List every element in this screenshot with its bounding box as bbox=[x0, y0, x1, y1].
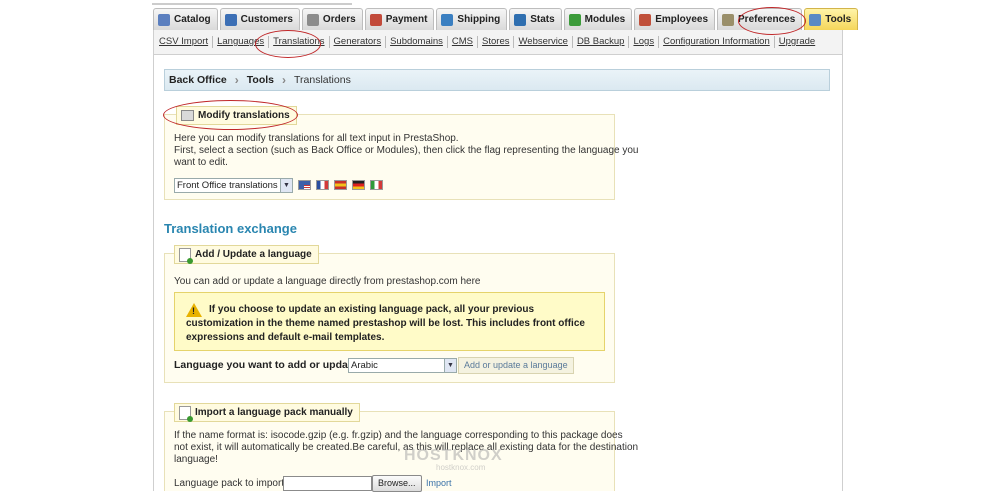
modify-intro-line2: First, select a section (such as Back Of… bbox=[174, 145, 639, 156]
modify-intro-line1: Here you can modify translations for all… bbox=[174, 133, 459, 144]
top-user-bar bbox=[152, 0, 472, 6]
catalog-icon bbox=[158, 13, 170, 26]
chevron-down-icon: ▼ bbox=[444, 359, 456, 372]
subnav-db-backup[interactable]: DB Backup bbox=[573, 36, 630, 48]
tab-label: Orders bbox=[322, 14, 356, 25]
language-pack-file-input[interactable] bbox=[283, 476, 372, 491]
flag-it-icon[interactable] bbox=[370, 180, 383, 190]
tools-subnav: CSV Import Languages Translations Generator… bbox=[153, 30, 843, 55]
subnav-webservice[interactable]: Webservice bbox=[514, 36, 573, 48]
import-intro-line1: If the name format is: isocode.gzip (e.g… bbox=[174, 430, 623, 441]
tab-label: Preferences bbox=[738, 14, 796, 25]
subnav-subdomains[interactable]: Subdomains bbox=[386, 36, 448, 48]
import-intro-line3: language! bbox=[174, 454, 218, 465]
add-document-icon bbox=[179, 405, 193, 422]
flag-en-icon[interactable] bbox=[298, 180, 311, 190]
modify-intro-line3: want to edit. bbox=[174, 157, 228, 168]
language-select-value: Arabic bbox=[351, 360, 378, 371]
preferences-icon bbox=[722, 13, 735, 26]
stats-icon bbox=[514, 13, 527, 26]
tab-label: Catalog bbox=[174, 14, 211, 25]
flag-de-icon[interactable] bbox=[352, 180, 365, 190]
subnav-generators[interactable]: Generators bbox=[330, 36, 387, 48]
browse-button[interactable]: Browse... bbox=[372, 475, 422, 492]
flag-es-icon[interactable] bbox=[334, 180, 347, 190]
language-select[interactable]: Arabic ▼ bbox=[348, 358, 457, 373]
chevron-down-icon: ▼ bbox=[280, 179, 292, 192]
subnav-upgrade[interactable]: Upgrade bbox=[775, 36, 819, 48]
translate-icon bbox=[181, 110, 194, 121]
breadcrumb-separator-icon: › bbox=[282, 73, 287, 87]
tab-tools[interactable]: Tools bbox=[804, 8, 859, 30]
breadcrumb-current: Translations bbox=[294, 74, 351, 86]
import-legend: Import a language pack manually bbox=[174, 403, 360, 422]
main-tabs: Catalog Customers Orders Payment Shipping Sta… bbox=[153, 8, 859, 30]
translation-type-select[interactable]: Front Office translations ▼ bbox=[174, 178, 293, 193]
payment-icon bbox=[369, 13, 382, 26]
tab-payment[interactable]: Payment bbox=[364, 8, 435, 30]
tab-label: Modules bbox=[584, 14, 626, 25]
add-update-legend: Add / Update a language bbox=[174, 245, 319, 264]
tab-label: Tools bbox=[825, 14, 852, 25]
breadcrumb-separator-icon: › bbox=[234, 73, 239, 87]
shipping-icon bbox=[441, 13, 454, 26]
import-title: Import a language pack manually bbox=[195, 407, 353, 418]
breadcrumb-tools[interactable]: Tools bbox=[247, 74, 274, 86]
modules-icon bbox=[568, 13, 581, 26]
tab-label: Shipping bbox=[457, 14, 501, 25]
translation-exchange-heading: Translation exchange bbox=[164, 221, 297, 236]
tab-employees[interactable]: Employees bbox=[634, 8, 716, 30]
tab-catalog[interactable]: Catalog bbox=[153, 8, 218, 30]
subnav-translations[interactable]: Translations bbox=[269, 36, 330, 48]
add-update-intro: You can add or update a language directl… bbox=[174, 276, 481, 287]
language-pack-label: Language pack to import: bbox=[174, 478, 287, 489]
modify-translations-title: Modify translations bbox=[198, 110, 290, 121]
tab-label: Customers bbox=[240, 14, 293, 25]
translation-type-value: Front Office translations bbox=[177, 180, 278, 191]
update-warning-text: If you choose to update an existing lang… bbox=[186, 304, 585, 343]
update-warning-box: If you choose to update an existing lang… bbox=[174, 292, 605, 351]
tab-shipping[interactable]: Shipping bbox=[436, 8, 508, 30]
subnav-configuration-information[interactable]: Configuration Information bbox=[659, 36, 775, 48]
subnav-csv-import[interactable]: CSV Import bbox=[154, 36, 214, 48]
tab-modules[interactable]: Modules bbox=[563, 8, 633, 30]
watermark-subtext: hostknox.com bbox=[436, 463, 486, 472]
tab-label: Stats bbox=[530, 14, 555, 25]
tab-label: Payment bbox=[385, 14, 428, 25]
subnav-stores[interactable]: Stores bbox=[478, 36, 515, 48]
modify-translations-legend: Modify translations bbox=[176, 106, 297, 125]
tab-customers[interactable]: Customers bbox=[219, 8, 300, 30]
tab-preferences[interactable]: Preferences bbox=[717, 8, 803, 30]
breadcrumb: Back Office › Tools › Translations bbox=[164, 69, 830, 91]
tab-label: Employees bbox=[655, 14, 709, 25]
breadcrumb-back-office[interactable]: Back Office bbox=[169, 74, 227, 86]
flag-fr-icon[interactable] bbox=[316, 180, 329, 190]
subnav-cms[interactable]: CMS bbox=[448, 36, 479, 48]
tools-icon bbox=[809, 13, 822, 26]
subnav-languages[interactable]: Languages bbox=[213, 36, 270, 48]
tab-stats[interactable]: Stats bbox=[509, 8, 562, 30]
orders-icon bbox=[306, 13, 319, 26]
subnav-logs[interactable]: Logs bbox=[629, 36, 660, 48]
add-update-language-button[interactable]: Add or update a language bbox=[458, 357, 574, 374]
employees-icon bbox=[639, 13, 652, 26]
import-link[interactable]: Import bbox=[421, 476, 457, 491]
customers-icon bbox=[224, 13, 237, 26]
add-update-title: Add / Update a language bbox=[195, 249, 312, 260]
add-document-icon bbox=[179, 247, 193, 264]
tab-orders[interactable]: Orders bbox=[301, 8, 363, 30]
language-select-label: Language you want to add or update: bbox=[174, 359, 361, 371]
